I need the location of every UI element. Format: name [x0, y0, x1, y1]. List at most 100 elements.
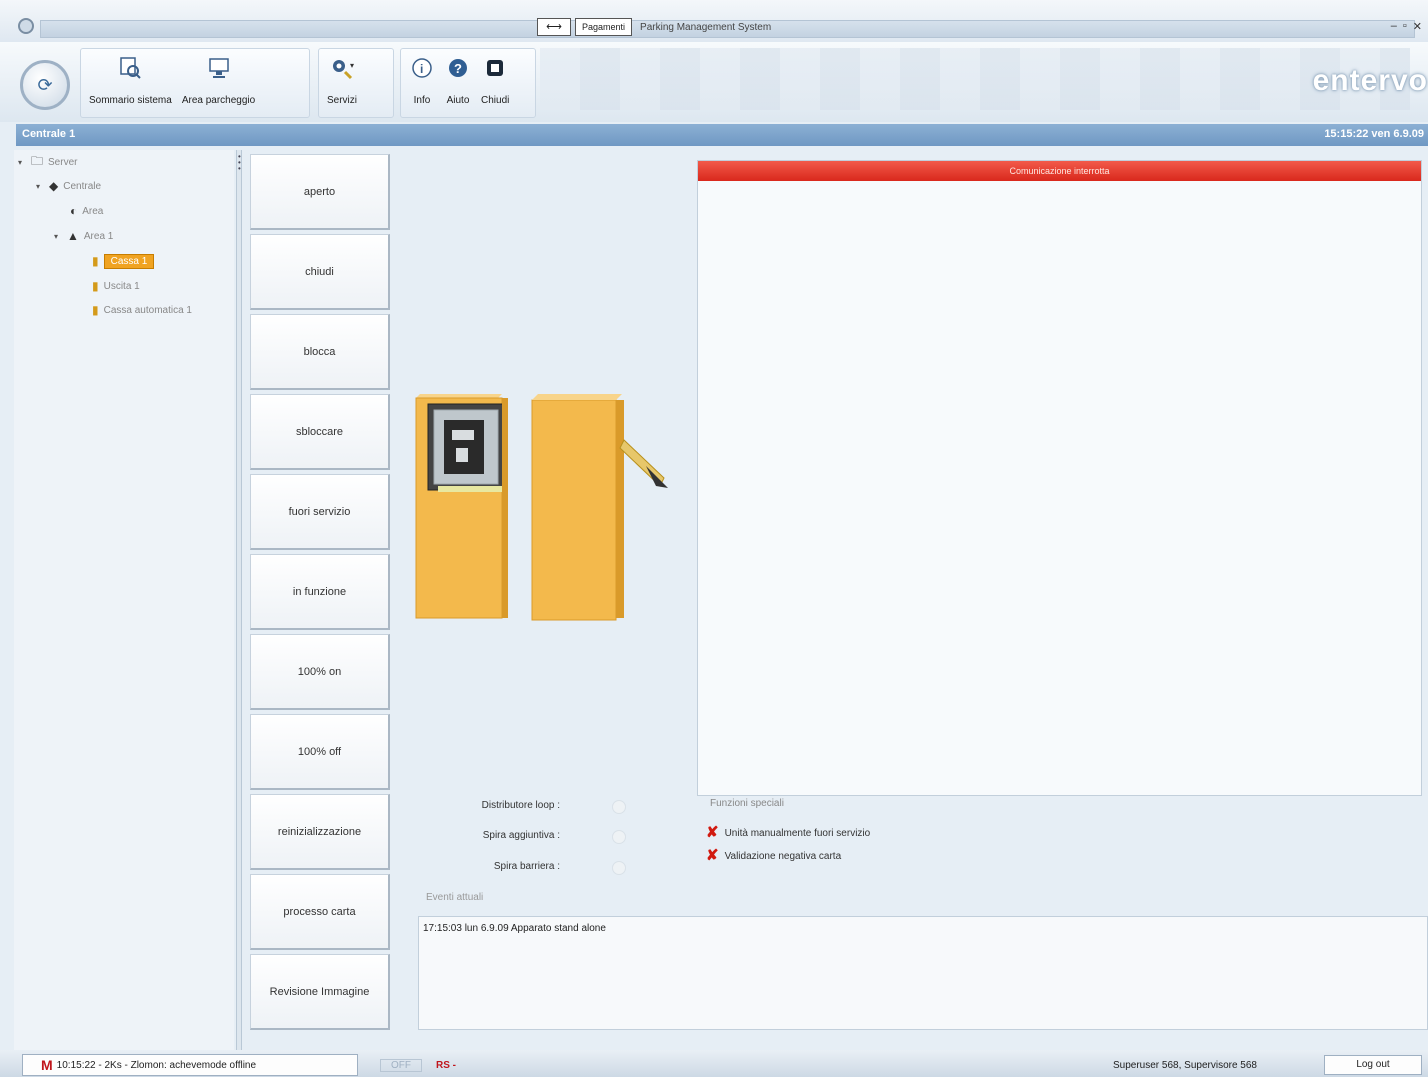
collapse-icon[interactable]: ▾ — [36, 182, 44, 191]
lock-button[interactable]: blocca — [250, 314, 390, 390]
extra-loop-indicator — [612, 830, 626, 844]
tree-label: Uscita 1 — [103, 280, 140, 292]
close-barrier-button[interactable]: chiudi — [250, 234, 390, 310]
app-icon — [18, 18, 34, 34]
nav-arrows-button[interactable]: ⟷ — [537, 18, 571, 36]
app-m-icon: M — [41, 1057, 53, 1073]
pay-station-icon: ▮ — [92, 254, 99, 268]
title-center: ⟷ Pagamenti Parking Management System — [537, 17, 771, 37]
tree-label: Centrale — [63, 180, 102, 192]
window-title: Parking Management System — [640, 21, 772, 33]
area-icon: ◐ — [70, 204, 78, 218]
unlock-button[interactable]: sbloccare — [250, 394, 390, 470]
panel-splitter[interactable]: • • • — [236, 150, 242, 1050]
full-on-button[interactable]: 100% on — [250, 634, 390, 710]
maximize-icon[interactable]: ▫ — [1403, 20, 1407, 33]
tree-node-cassa-automatica[interactable]: ▮ Cassa automatica 1 — [92, 302, 192, 318]
svg-text:?: ? — [454, 61, 462, 76]
app-orb-icon[interactable]: ⟳ — [20, 60, 70, 110]
services-button[interactable]: ▾ Servizi — [325, 55, 359, 106]
collapse-icon[interactable]: ▾ — [54, 232, 62, 241]
events-title: Eventi attuali — [426, 892, 484, 903]
tree-label: Cassa automatica 1 — [103, 304, 192, 316]
info-icon: i — [409, 55, 435, 81]
warning-triangle-icon: ▲ — [67, 229, 79, 243]
function-item: ✘ Validazione negativa carta — [706, 847, 842, 864]
tree-node-cassa-1[interactable]: ▮ Cassa 1 — [92, 253, 155, 269]
parking-area-label: Area parcheggio — [181, 95, 256, 106]
parking-area-button[interactable]: Area parcheggio — [180, 55, 257, 106]
tree-node-area[interactable]: ◐ Area — [70, 203, 103, 219]
tree-node-area-1[interactable]: ▾ ▲ Area 1 — [54, 228, 113, 244]
grip-icon: • • • — [238, 152, 241, 173]
system-overview-icon — [117, 55, 143, 81]
parking-area-icon — [206, 55, 232, 81]
tree-label: Server — [48, 156, 78, 168]
error-x-icon: ✘ — [706, 824, 719, 841]
info-button[interactable]: i Info — [407, 55, 437, 106]
error-x-icon: ✘ — [706, 847, 719, 864]
taskbar-indicator-b[interactable]: RS - — [436, 1060, 456, 1071]
toolbar-ribbon: ⟳ Sommario sistema Area parcheggio ▾ Ser… — [0, 42, 1428, 122]
auto-pay-station-icon: ▮ — [92, 303, 99, 317]
tab-pagamenti[interactable]: Pagamenti — [575, 18, 633, 36]
context-location: Centrale 1 — [22, 128, 76, 140]
device-illustration — [410, 390, 680, 630]
loop-detector-indicator — [612, 800, 626, 814]
window-close-icon[interactable]: ✕ — [1413, 20, 1422, 33]
close-icon — [482, 55, 508, 81]
help-label: Aiuto — [446, 95, 470, 106]
image-review-button[interactable]: Revisione Immagine — [250, 954, 390, 1030]
tree-label: Area — [82, 205, 104, 217]
taskbar-app-label: 10:15:22 - 2Ks - Zlomon: achevemode offl… — [56, 1059, 257, 1071]
out-of-service-button[interactable]: fuori servizio — [250, 474, 390, 550]
exit-terminal-icon: ▮ — [92, 279, 99, 293]
extra-loop-label: Spira aggiuntiva : — [482, 830, 560, 841]
device-tree: ▾ 🗀 Server ▾ ◆ Centrale ◐ Area ▾ ▲ Area … — [14, 150, 234, 1050]
ribbon-group-navigation: Sommario sistema Area parcheggio — [80, 48, 310, 118]
loop-detector-label: Distributore loop : — [481, 800, 560, 811]
context-datetime: 15:15:22 ven 6.9.09 — [1324, 128, 1424, 140]
help-icon: ? — [445, 55, 471, 81]
brand-logo: entervo — [1312, 64, 1428, 97]
reinitialize-button[interactable]: reinizializzazione — [250, 794, 390, 870]
close-button[interactable]: Chiudi — [479, 55, 511, 106]
barrier-loop-label: Spira barriera : — [493, 861, 560, 872]
logout-button[interactable]: Log out — [1324, 1055, 1422, 1075]
taskbar-indicator-a[interactable]: OFF — [380, 1058, 422, 1072]
open-button[interactable]: aperto — [250, 154, 390, 230]
function-item: ✘ Unità manualmente fuori servizio — [706, 824, 871, 841]
events-log[interactable]: 17:15:03 lun 6.9.09 Apparato stand alone — [418, 916, 1428, 1030]
close-label: Chiudi — [481, 95, 510, 106]
tree-label-selected: Cassa 1 — [103, 253, 155, 269]
info-label: Info — [413, 95, 431, 106]
services-label: Servizi — [327, 95, 358, 106]
tree-label: Area 1 — [83, 230, 114, 242]
event-entry: 17:15:03 lun 6.9.09 Apparato stand alone — [423, 923, 606, 934]
card-process-button[interactable]: processo carta — [250, 874, 390, 950]
in-service-button[interactable]: in funzione — [250, 554, 390, 630]
barrier-loop-indicator — [612, 861, 626, 875]
tree-node-uscita-1[interactable]: ▮ Uscita 1 — [92, 278, 140, 294]
help-button[interactable]: ? Aiuto — [443, 55, 473, 106]
ribbon-group-services: ▾ Servizi — [318, 48, 394, 118]
window-controls: – ▫ ✕ — [1391, 20, 1422, 33]
system-overview-button[interactable]: Sommario sistema — [87, 55, 174, 106]
function-item-label: Validazione negativa carta — [724, 850, 842, 862]
system-overview-label: Sommario sistema — [89, 95, 172, 106]
user-info: Superuser 568, Supervisore 568 — [1113, 1060, 1257, 1071]
minimize-icon[interactable]: – — [1391, 20, 1397, 33]
taskbar-indicators: OFF RS - — [380, 1056, 456, 1074]
ribbon-background — [540, 48, 1410, 110]
full-off-button[interactable]: 100% off — [250, 714, 390, 790]
tree-node-centrale[interactable]: ▾ ◆ Centrale — [36, 178, 101, 194]
ribbon-group-help: i Info ? Aiuto Chiudi — [400, 48, 536, 118]
tree-node-server[interactable]: ▾ 🗀 Server — [18, 154, 77, 170]
controller-icon: ◆ — [49, 179, 59, 193]
services-icon: ▾ — [329, 55, 355, 81]
context-bar: Centrale 1 15:15:22 ven 6.9.09 — [16, 124, 1428, 146]
collapse-icon[interactable]: ▾ — [18, 158, 26, 167]
taskbar-app-entry[interactable]: M 10:15:22 - 2Ks - Zlomon: achevemode of… — [22, 1054, 358, 1076]
function-item-label: Unità manualmente fuori servizio — [724, 827, 871, 839]
svg-text:▾: ▾ — [350, 61, 354, 70]
